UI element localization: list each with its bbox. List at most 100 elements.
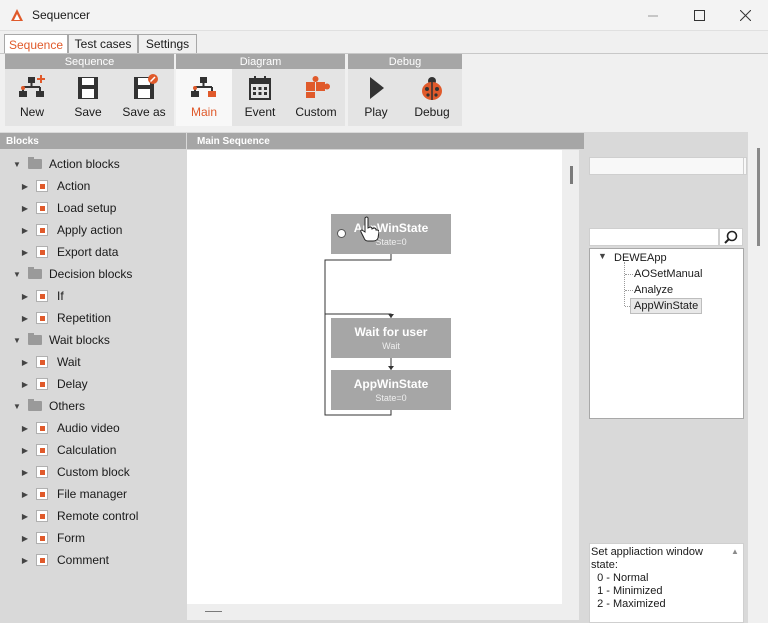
diagram-node-appwinstate-2[interactable]: AppWinState State=0 bbox=[331, 370, 451, 410]
expand-arrow-icon[interactable]: ▶ bbox=[20, 248, 30, 257]
close-button[interactable] bbox=[722, 0, 768, 31]
ribbon-group-diagram-title: Diagram bbox=[176, 54, 345, 69]
expand-arrow-icon[interactable]: ▶ bbox=[20, 226, 30, 235]
block-item[interactable]: ▶ Comment bbox=[20, 549, 109, 571]
node-title: AppWinState bbox=[353, 377, 429, 391]
category-action-blocks[interactable]: ▼ Action blocks bbox=[12, 153, 120, 175]
scroll-up-arrow-icon[interactable]: ▲ bbox=[731, 547, 739, 556]
block-icon bbox=[36, 180, 48, 192]
block-item[interactable]: ▶ Calculation bbox=[20, 439, 116, 461]
block-item[interactable]: ▶ Delay bbox=[20, 373, 88, 395]
expand-arrow-icon[interactable]: ▶ bbox=[20, 292, 30, 301]
block-item[interactable]: ▶ Wait bbox=[20, 351, 81, 373]
block-item[interactable]: ▶ Repetition bbox=[20, 307, 111, 329]
tree-node-aosetmanual[interactable]: AOSetManual bbox=[634, 266, 702, 282]
tab-sequence[interactable]: Sequence bbox=[4, 34, 68, 54]
ribbon-group-debug-title: Debug bbox=[348, 54, 462, 69]
expand-arrow-icon[interactable]: ▶ bbox=[20, 468, 30, 477]
debug-button[interactable]: Debug bbox=[404, 69, 460, 126]
block-item[interactable]: ▶ File manager bbox=[20, 483, 127, 505]
tree-search-input[interactable] bbox=[589, 228, 719, 246]
minimize-button[interactable] bbox=[630, 0, 676, 31]
main-diagram-button-label: Main bbox=[190, 105, 217, 119]
expand-arrow-icon[interactable]: ▶ bbox=[20, 424, 30, 433]
save-button[interactable]: Save bbox=[60, 69, 116, 126]
event-button[interactable]: Event bbox=[232, 69, 288, 126]
block-label: Delay bbox=[57, 377, 88, 391]
save-as-button[interactable]: Save as bbox=[116, 69, 172, 126]
block-item[interactable]: ▶ Custom block bbox=[20, 461, 130, 483]
block-label: Action bbox=[57, 179, 91, 193]
block-icon bbox=[36, 466, 48, 478]
diagram-vertical-scroll-thumb[interactable] bbox=[570, 166, 573, 184]
debug-button-label: Debug bbox=[414, 105, 450, 119]
category-decision-blocks[interactable]: ▼ Decision blocks bbox=[12, 263, 132, 285]
category-wait-blocks[interactable]: ▼ Wait blocks bbox=[12, 329, 110, 351]
expand-arrow-icon[interactable]: ▶ bbox=[20, 182, 30, 191]
save-as-icon bbox=[134, 74, 158, 99]
node-breakpoint-port[interactable] bbox=[337, 229, 346, 238]
tab-settings[interactable]: Settings bbox=[138, 34, 197, 53]
expand-arrow-icon[interactable]: ▶ bbox=[20, 314, 30, 323]
block-icon bbox=[36, 422, 48, 434]
block-item[interactable]: ▶ Load setup bbox=[20, 197, 116, 219]
node-subtitle: State=0 bbox=[375, 393, 407, 403]
block-item[interactable]: ▶ Remote control bbox=[20, 505, 138, 527]
diagram-horizontal-scroll-thumb[interactable] bbox=[205, 611, 222, 612]
block-item[interactable]: ▶ Apply action bbox=[20, 219, 122, 241]
block-item[interactable]: ▶ If bbox=[20, 285, 64, 307]
custom-button[interactable]: Custom bbox=[288, 69, 344, 126]
diagram-node-appwinstate[interactable]: AppWinState State=0 bbox=[331, 214, 451, 254]
category-label: Decision blocks bbox=[49, 267, 133, 281]
play-button[interactable]: Play bbox=[348, 69, 404, 126]
block-item[interactable]: ▶ Audio video bbox=[20, 417, 120, 439]
block-label: Custom block bbox=[57, 465, 130, 479]
tree-node-appwinstate-selected[interactable]: AppWinState bbox=[630, 298, 703, 314]
collapse-arrow-icon[interactable]: ▼ bbox=[12, 336, 22, 345]
expand-arrow-icon[interactable]: ▶ bbox=[20, 512, 30, 521]
diagram-node-wait-for-user[interactable]: Wait for user Wait bbox=[331, 318, 451, 358]
new-button[interactable]: New bbox=[4, 69, 60, 126]
search-button[interactable] bbox=[719, 228, 743, 246]
block-label: Export data bbox=[57, 245, 119, 259]
expand-arrow-icon[interactable]: ▶ bbox=[20, 358, 30, 367]
block-icon bbox=[36, 488, 48, 500]
collapse-arrow-icon[interactable]: ▼ bbox=[598, 251, 607, 261]
category-others[interactable]: ▼ Others bbox=[12, 395, 85, 417]
block-icon bbox=[36, 378, 48, 390]
category-label: Wait blocks bbox=[49, 333, 110, 347]
tree-connector bbox=[625, 290, 633, 291]
play-icon bbox=[370, 77, 384, 99]
minimize-icon bbox=[647, 15, 658, 17]
block-label: Audio video bbox=[57, 421, 120, 435]
block-item[interactable]: ▶ Form bbox=[20, 527, 85, 549]
tab-test-cases[interactable]: Test cases bbox=[68, 34, 138, 53]
ladybug-icon bbox=[422, 77, 442, 100]
right-panel-scroll-thumb[interactable] bbox=[757, 148, 760, 246]
block-label: Remote control bbox=[57, 509, 139, 523]
collapse-arrow-icon[interactable]: ▼ bbox=[12, 160, 22, 169]
tree-node-root[interactable]: DEWEApp bbox=[614, 250, 667, 266]
diagram-horizontal-scrollbar[interactable] bbox=[187, 604, 562, 620]
tree-node-analyze[interactable]: Analyze bbox=[634, 282, 673, 298]
puzzle-icon bbox=[306, 76, 330, 98]
block-item[interactable]: ▶ Action bbox=[20, 175, 90, 197]
main-diagram-button[interactable]: Main bbox=[176, 69, 232, 126]
block-item[interactable]: ▶ Export data bbox=[20, 241, 118, 263]
block-label: Form bbox=[57, 531, 85, 545]
collapse-arrow-icon[interactable]: ▼ bbox=[12, 270, 22, 279]
diagram-vertical-scrollbar[interactable] bbox=[562, 150, 579, 620]
expand-arrow-icon[interactable]: ▶ bbox=[20, 380, 30, 389]
expand-arrow-icon[interactable]: ▶ bbox=[20, 490, 30, 499]
calendar-icon bbox=[249, 76, 271, 100]
expand-arrow-icon[interactable]: ▶ bbox=[20, 534, 30, 543]
collapse-arrow-icon[interactable]: ▼ bbox=[12, 402, 22, 411]
folder-icon bbox=[28, 333, 42, 345]
block-icon bbox=[36, 290, 48, 302]
property-field[interactable] bbox=[589, 157, 747, 175]
expand-arrow-icon[interactable]: ▶ bbox=[20, 446, 30, 455]
expand-arrow-icon[interactable]: ▶ bbox=[20, 204, 30, 213]
maximize-button[interactable] bbox=[676, 0, 722, 31]
node-subtitle: Wait bbox=[382, 341, 400, 351]
expand-arrow-icon[interactable]: ▶ bbox=[20, 556, 30, 565]
